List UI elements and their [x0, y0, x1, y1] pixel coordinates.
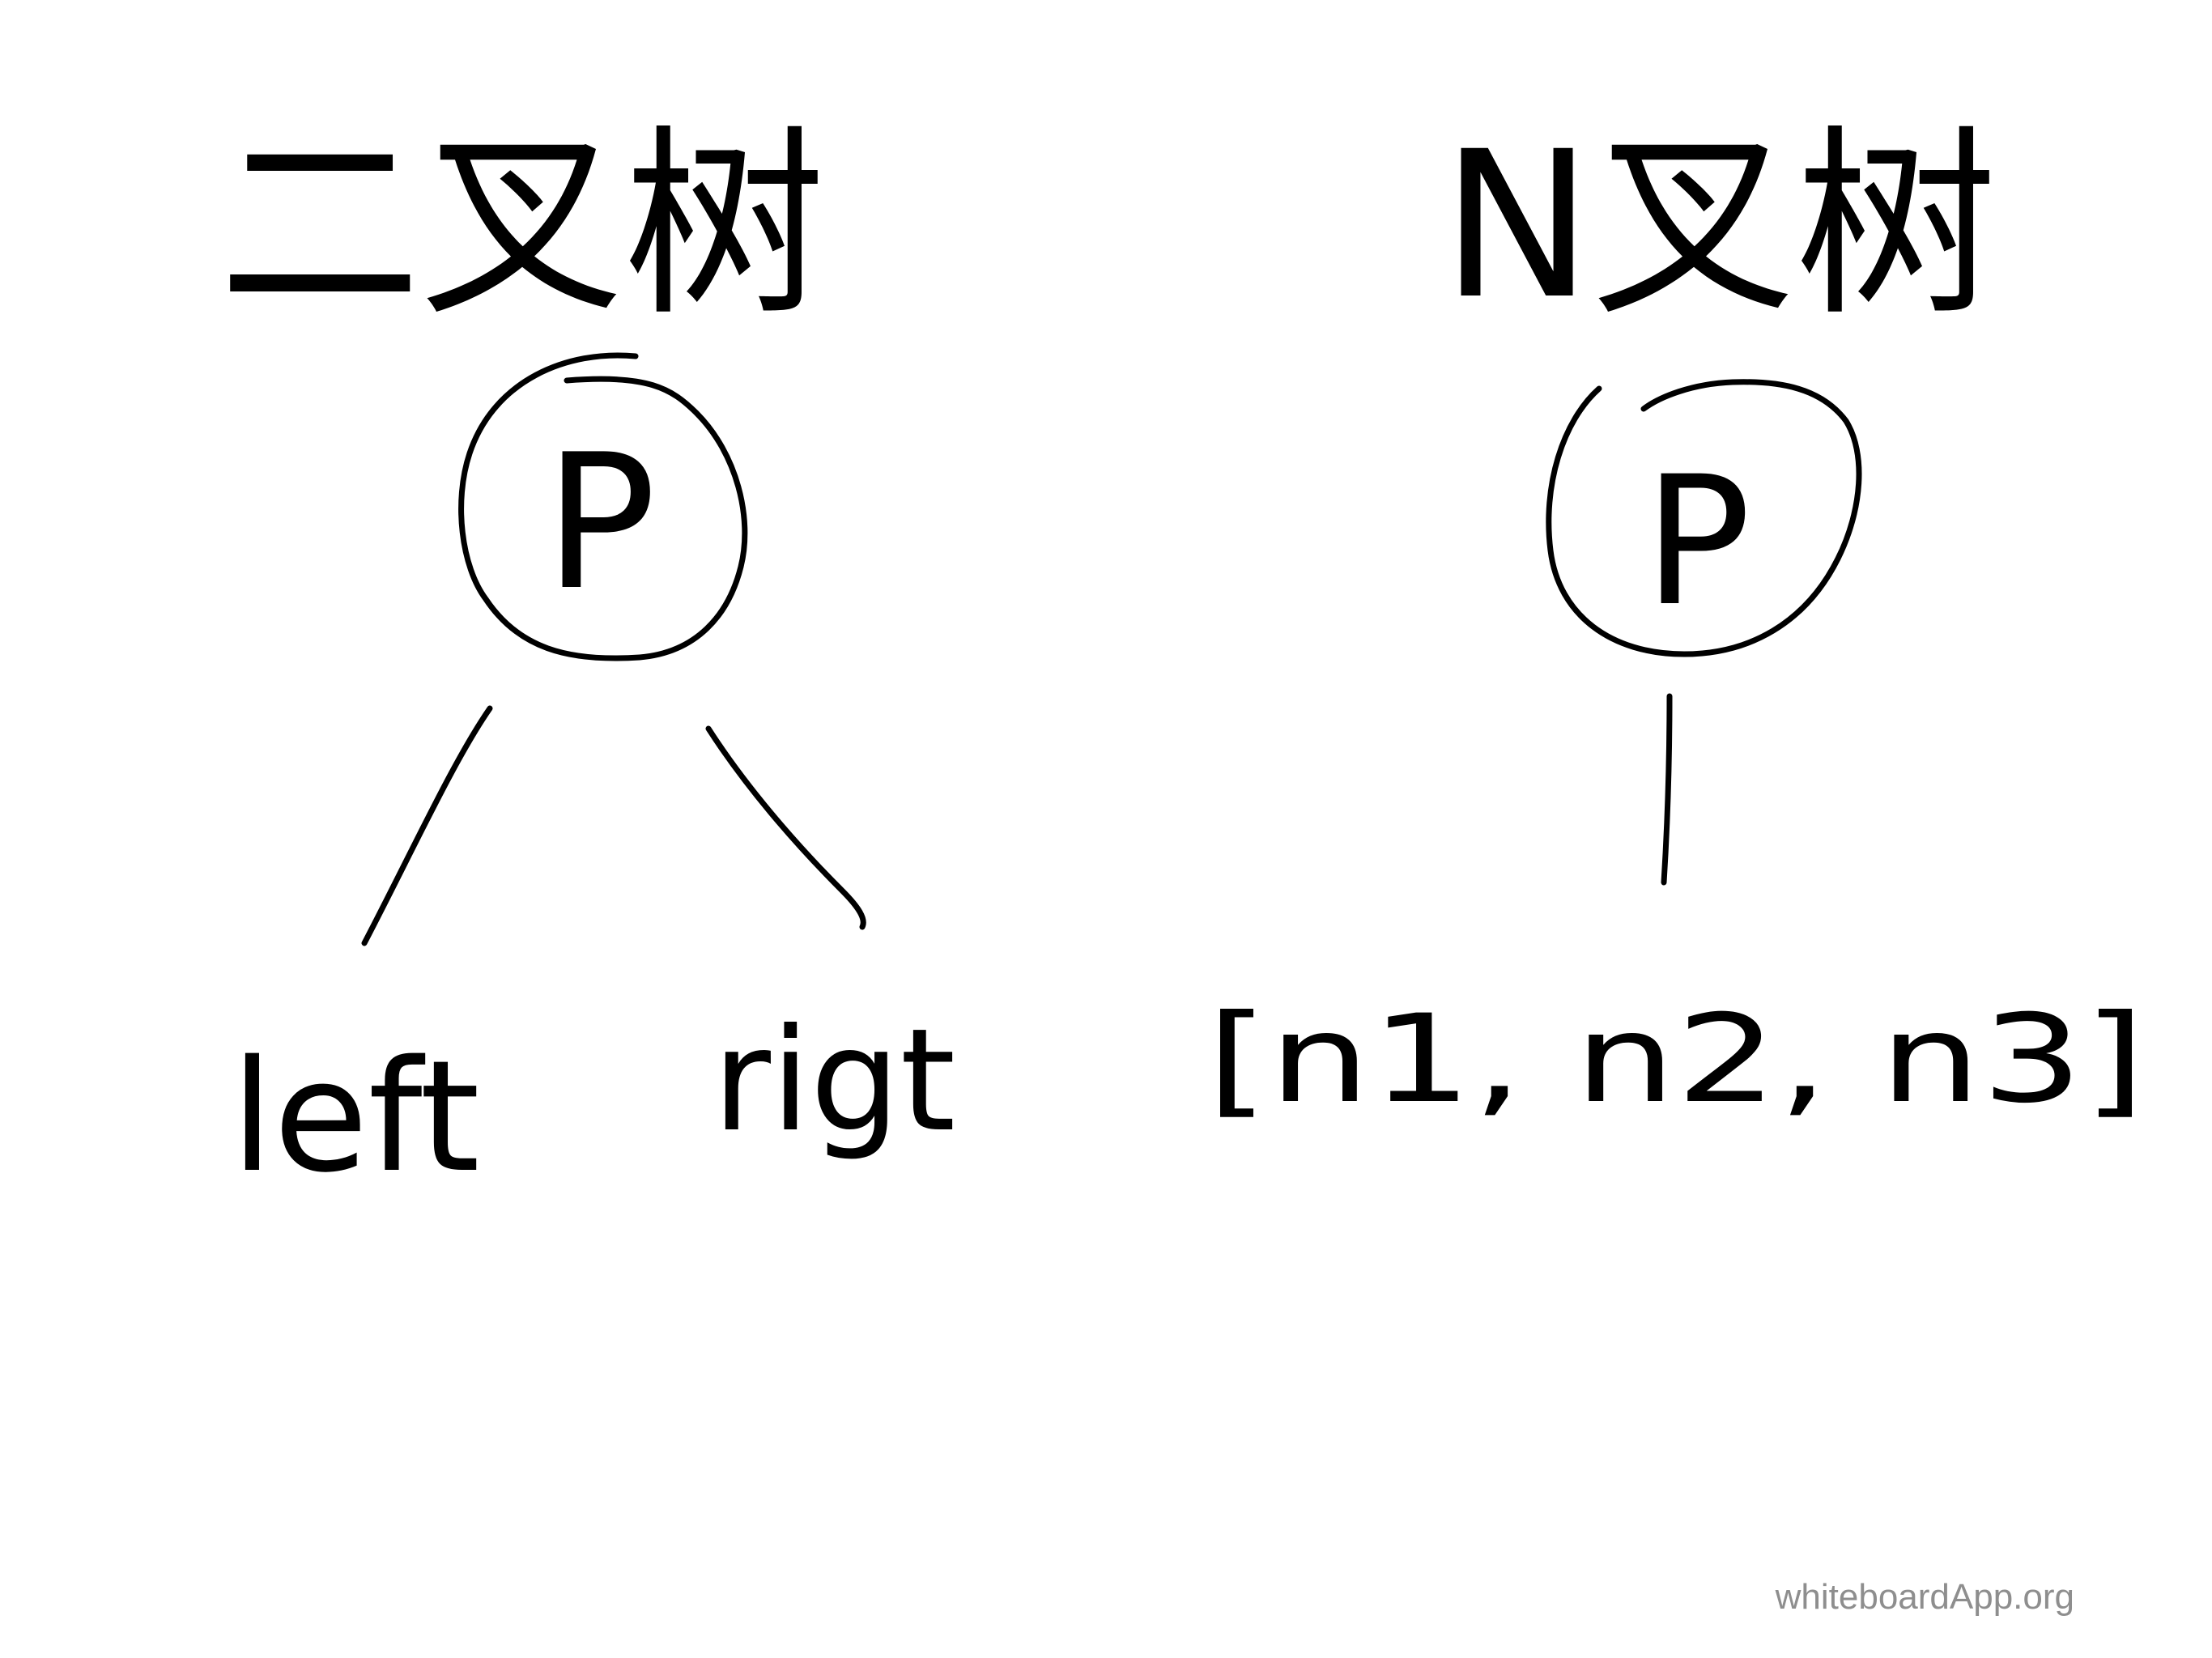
nary-tree-edge — [1661, 693, 1673, 886]
binary-tree-node-label: P — [544, 415, 657, 631]
binary-tree-left-edge — [361, 705, 493, 946]
binary-tree-left-child: left — [231, 1027, 480, 1206]
binary-tree-title: 二叉树 — [219, 108, 826, 343]
binary-tree-right-edge — [705, 725, 866, 930]
whiteboard-canvas[interactable]: 二叉树 P left rigt N叉树 P [n1, n2, n3] — [0, 0, 2212, 1658]
nary-tree-node-label: P — [1644, 438, 1751, 645]
nary-tree-children-list: [n1, n2, n3] — [1206, 989, 2146, 1130]
watermark-label: whiteboardApp.org — [1775, 1577, 2074, 1617]
nary-tree-title: N叉树 — [1441, 108, 1997, 343]
binary-tree-right-child: rigt — [713, 999, 955, 1163]
